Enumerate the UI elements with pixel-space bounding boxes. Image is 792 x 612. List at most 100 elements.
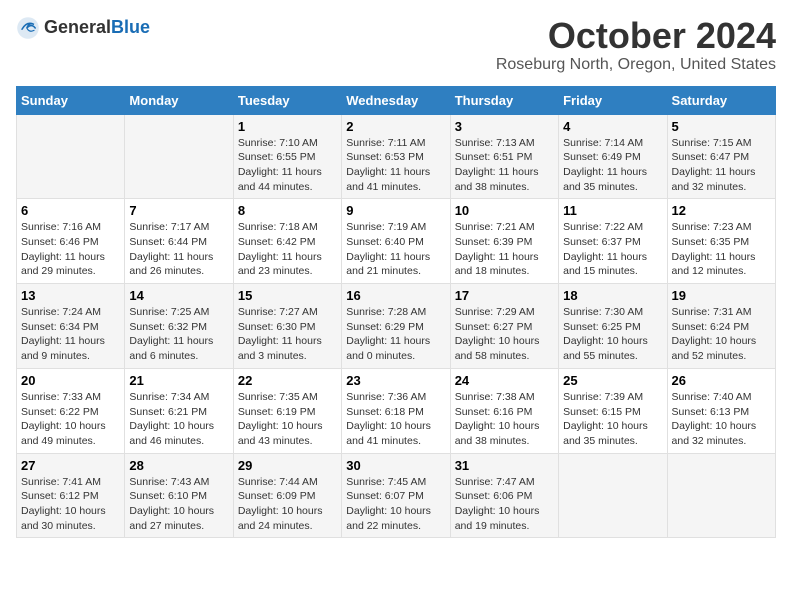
- calendar-cell: 8 Sunrise: 7:18 AMSunset: 6:42 PMDaylight…: [233, 199, 341, 284]
- calendar-cell: 31 Sunrise: 7:47 AMSunset: 6:06 PMDayligh…: [450, 453, 558, 538]
- calendar-cell: 15 Sunrise: 7:27 AMSunset: 6:30 PMDayligh…: [233, 284, 341, 369]
- day-detail: Sunrise: 7:22 AMSunset: 6:37 PMDaylight:…: [563, 220, 662, 279]
- calendar-cell: 7 Sunrise: 7:17 AMSunset: 6:44 PMDaylight…: [125, 199, 233, 284]
- day-number: 4: [563, 119, 662, 134]
- day-detail: Sunrise: 7:13 AMSunset: 6:51 PMDaylight:…: [455, 136, 554, 195]
- day-number: 21: [129, 373, 228, 388]
- day-detail: Sunrise: 7:44 AMSunset: 6:09 PMDaylight:…: [238, 475, 337, 534]
- logo: GeneralBlue: [16, 16, 150, 40]
- day-number: 17: [455, 288, 554, 303]
- day-number: 2: [346, 119, 445, 134]
- day-number: 27: [21, 458, 120, 473]
- day-detail: Sunrise: 7:39 AMSunset: 6:15 PMDaylight:…: [563, 390, 662, 449]
- calendar-cell: 21 Sunrise: 7:34 AMSunset: 6:21 PMDayligh…: [125, 368, 233, 453]
- page-header: GeneralBlue October 2024 Roseburg North,…: [16, 16, 776, 74]
- day-detail: Sunrise: 7:30 AMSunset: 6:25 PMDaylight:…: [563, 305, 662, 364]
- calendar-cell: 9 Sunrise: 7:19 AMSunset: 6:40 PMDaylight…: [342, 199, 450, 284]
- month-title: October 2024: [496, 16, 776, 56]
- header-tuesday: Tuesday: [233, 86, 341, 114]
- calendar-cell: 3 Sunrise: 7:13 AMSunset: 6:51 PMDaylight…: [450, 114, 558, 199]
- day-detail: Sunrise: 7:17 AMSunset: 6:44 PMDaylight:…: [129, 220, 228, 279]
- day-number: 15: [238, 288, 337, 303]
- day-detail: Sunrise: 7:34 AMSunset: 6:21 PMDaylight:…: [129, 390, 228, 449]
- day-detail: Sunrise: 7:19 AMSunset: 6:40 PMDaylight:…: [346, 220, 445, 279]
- calendar-cell: [559, 453, 667, 538]
- calendar-cell: [667, 453, 775, 538]
- location-title: Roseburg North, Oregon, United States: [496, 56, 776, 74]
- calendar-cell: [17, 114, 125, 199]
- logo-icon: [16, 16, 40, 40]
- week-row-2: 6Sunrise: 7:16 AMSunset: 6:46 PMDaylight…: [17, 199, 776, 284]
- day-number: 26: [672, 373, 771, 388]
- day-number: 9: [346, 203, 445, 218]
- day-detail: Sunrise: 7:15 AMSunset: 6:47 PMDaylight:…: [672, 136, 771, 195]
- week-row-5: 27 Sunrise: 7:41 AMSunset: 6:12 PMDayligh…: [17, 453, 776, 538]
- day-detail: Sunrise: 7:41 AMSunset: 6:12 PMDaylight:…: [21, 475, 120, 534]
- day-number: 24: [455, 373, 554, 388]
- day-number: 12: [672, 203, 771, 218]
- day-detail: Sunrise: 7:40 AMSunset: 6:13 PMDaylight:…: [672, 390, 771, 449]
- day-number: 18: [563, 288, 662, 303]
- calendar-cell: 12Sunrise: 7:23 AMSunset: 6:35 PMDayligh…: [667, 199, 775, 284]
- day-detail: Sunrise: 7:25 AMSunset: 6:32 PMDaylight:…: [129, 305, 228, 364]
- header-saturday: Saturday: [667, 86, 775, 114]
- header-friday: Friday: [559, 86, 667, 114]
- header-sunday: Sunday: [17, 86, 125, 114]
- day-number: 19: [672, 288, 771, 303]
- calendar-table: Sunday Monday Tuesday Wednesday Thursday…: [16, 86, 776, 539]
- calendar-cell: 28 Sunrise: 7:43 AMSunset: 6:10 PMDayligh…: [125, 453, 233, 538]
- week-row-4: 20 Sunrise: 7:33 AMSunset: 6:22 PMDayligh…: [17, 368, 776, 453]
- calendar-header-row: Sunday Monday Tuesday Wednesday Thursday…: [17, 86, 776, 114]
- day-number: 20: [21, 373, 120, 388]
- day-number: 8: [238, 203, 337, 218]
- calendar-cell: [125, 114, 233, 199]
- day-detail: Sunrise: 7:21 AMSunset: 6:39 PMDaylight:…: [455, 220, 554, 279]
- calendar-cell: 20 Sunrise: 7:33 AMSunset: 6:22 PMDayligh…: [17, 368, 125, 453]
- day-number: 11: [563, 203, 662, 218]
- day-number: 3: [455, 119, 554, 134]
- day-number: 28: [129, 458, 228, 473]
- day-detail: Sunrise: 7:47 AMSunset: 6:06 PMDaylight:…: [455, 475, 554, 534]
- day-detail: Sunrise: 7:14 AMSunset: 6:49 PMDaylight:…: [563, 136, 662, 195]
- day-detail: Sunrise: 7:38 AMSunset: 6:16 PMDaylight:…: [455, 390, 554, 449]
- day-detail: Sunrise: 7:24 AMSunset: 6:34 PMDaylight:…: [21, 305, 120, 364]
- day-number: 30: [346, 458, 445, 473]
- calendar-cell: 2Sunrise: 7:11 AMSunset: 6:53 PMDaylight…: [342, 114, 450, 199]
- calendar-cell: 24 Sunrise: 7:38 AMSunset: 6:16 PMDayligh…: [450, 368, 558, 453]
- day-detail: Sunrise: 7:10 AMSunset: 6:55 PMDaylight:…: [238, 136, 337, 195]
- header-monday: Monday: [125, 86, 233, 114]
- calendar-cell: 26 Sunrise: 7:40 AMSunset: 6:13 PMDayligh…: [667, 368, 775, 453]
- calendar-cell: 1 Sunrise: 7:10 AMSunset: 6:55 PMDaylight…: [233, 114, 341, 199]
- title-area: October 2024 Roseburg North, Oregon, Uni…: [496, 16, 776, 74]
- week-row-1: 1 Sunrise: 7:10 AMSunset: 6:55 PMDaylight…: [17, 114, 776, 199]
- day-detail: Sunrise: 7:35 AMSunset: 6:19 PMDaylight:…: [238, 390, 337, 449]
- header-wednesday: Wednesday: [342, 86, 450, 114]
- day-number: 31: [455, 458, 554, 473]
- day-number: 25: [563, 373, 662, 388]
- calendar-cell: 5Sunrise: 7:15 AMSunset: 6:47 PMDaylight…: [667, 114, 775, 199]
- calendar-cell: 18 Sunrise: 7:30 AMSunset: 6:25 PMDayligh…: [559, 284, 667, 369]
- day-number: 16: [346, 288, 445, 303]
- calendar-cell: 16 Sunrise: 7:28 AMSunset: 6:29 PMDayligh…: [342, 284, 450, 369]
- day-detail: Sunrise: 7:36 AMSunset: 6:18 PMDaylight:…: [346, 390, 445, 449]
- calendar-cell: 14Sunrise: 7:25 AMSunset: 6:32 PMDayligh…: [125, 284, 233, 369]
- day-detail: Sunrise: 7:29 AMSunset: 6:27 PMDaylight:…: [455, 305, 554, 364]
- day-detail: Sunrise: 7:27 AMSunset: 6:30 PMDaylight:…: [238, 305, 337, 364]
- day-number: 13: [21, 288, 120, 303]
- logo-general: GeneralBlue: [44, 18, 150, 38]
- day-detail: Sunrise: 7:18 AMSunset: 6:42 PMDaylight:…: [238, 220, 337, 279]
- day-number: 7: [129, 203, 228, 218]
- calendar-cell: 29 Sunrise: 7:44 AMSunset: 6:09 PMDayligh…: [233, 453, 341, 538]
- day-detail: Sunrise: 7:16 AMSunset: 6:46 PMDaylight:…: [21, 220, 120, 279]
- calendar-cell: 19Sunrise: 7:31 AMSunset: 6:24 PMDayligh…: [667, 284, 775, 369]
- day-detail: Sunrise: 7:28 AMSunset: 6:29 PMDaylight:…: [346, 305, 445, 364]
- calendar-cell: 23Sunrise: 7:36 AMSunset: 6:18 PMDayligh…: [342, 368, 450, 453]
- day-detail: Sunrise: 7:33 AMSunset: 6:22 PMDaylight:…: [21, 390, 120, 449]
- day-detail: Sunrise: 7:45 AMSunset: 6:07 PMDaylight:…: [346, 475, 445, 534]
- calendar-cell: 4 Sunrise: 7:14 AMSunset: 6:49 PMDaylight…: [559, 114, 667, 199]
- day-number: 1: [238, 119, 337, 134]
- day-detail: Sunrise: 7:43 AMSunset: 6:10 PMDaylight:…: [129, 475, 228, 534]
- calendar-cell: 11 Sunrise: 7:22 AMSunset: 6:37 PMDayligh…: [559, 199, 667, 284]
- week-row-3: 13 Sunrise: 7:24 AMSunset: 6:34 PMDayligh…: [17, 284, 776, 369]
- day-number: 29: [238, 458, 337, 473]
